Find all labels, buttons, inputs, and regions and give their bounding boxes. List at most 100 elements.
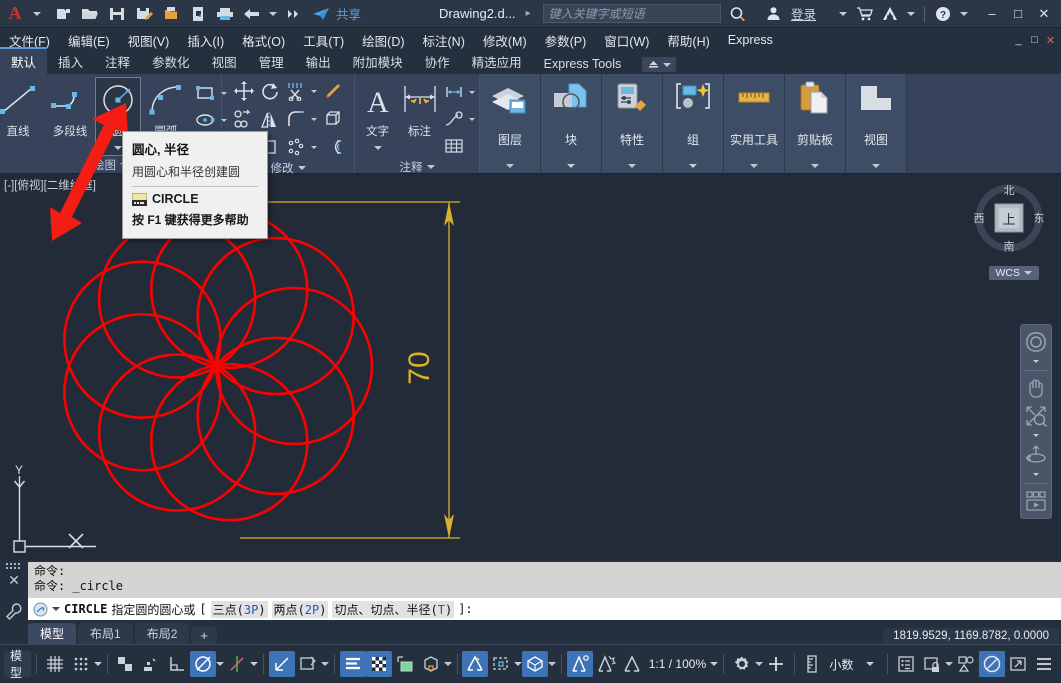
- block-expand-icon[interactable]: [567, 157, 575, 171]
- layout-tab-layout1[interactable]: 布局1: [78, 623, 133, 644]
- mirror-icon[interactable]: [257, 106, 283, 132]
- leader-icon[interactable]: [441, 106, 467, 132]
- text-button[interactable]: A 文字: [357, 78, 399, 155]
- layout-tab-model[interactable]: 模型: [28, 623, 76, 644]
- ortho-mode-icon[interactable]: [112, 651, 138, 677]
- ribbon-tab-annotate[interactable]: 注释: [94, 49, 141, 74]
- pan-hand-icon[interactable]: [1022, 375, 1050, 401]
- app-menu-caret-icon[interactable]: [30, 12, 44, 16]
- snap-dropdown-icon[interactable]: [94, 651, 102, 677]
- command-history[interactable]: 命令: 命令: _circle: [28, 562, 1061, 598]
- layout-tab-layout2[interactable]: 布局2: [135, 623, 190, 644]
- object-snap-dropdown-icon[interactable]: [216, 651, 224, 677]
- ribbon-panel-group[interactable]: 组: [663, 74, 724, 173]
- fillet-icon[interactable]: [283, 106, 309, 132]
- group-expand-icon[interactable]: [689, 157, 697, 171]
- grid-display-icon[interactable]: [42, 651, 68, 677]
- object-snap-tracking-dropdown-icon[interactable]: [250, 651, 258, 677]
- isolate-objects-icon[interactable]: [593, 651, 619, 677]
- cart-icon[interactable]: [852, 2, 876, 26]
- scale-label[interactable]: 1:1 / 100%: [645, 657, 710, 671]
- autodesk-app-icon[interactable]: [878, 2, 902, 26]
- transparency-icon[interactable]: [366, 651, 392, 677]
- ucs-selector-caret-icon[interactable]: [1024, 271, 1032, 275]
- close-button[interactable]: ✕: [1031, 1, 1057, 27]
- menu-item-help[interactable]: 帮助(H): [658, 29, 718, 52]
- new-file-icon[interactable]: [50, 2, 76, 26]
- scale-dropdown-icon[interactable]: [710, 651, 718, 677]
- status-model-button[interactable]: 模型: [4, 651, 31, 677]
- command-option-2p[interactable]: 两点(2P): [272, 601, 329, 618]
- layout-add-button[interactable]: +: [191, 627, 217, 644]
- explode-icon[interactable]: [320, 106, 346, 132]
- autoscale-icon[interactable]: [488, 651, 514, 677]
- graphics-perf-icon[interactable]: [953, 651, 979, 677]
- doc-restore-button[interactable]: □: [1027, 32, 1042, 48]
- utilities-expand-icon[interactable]: [750, 157, 758, 171]
- erase-icon[interactable]: [320, 78, 346, 104]
- menu-item-express[interactable]: Express: [719, 31, 782, 49]
- ribbon-tab-parametric[interactable]: 参数化: [141, 49, 201, 74]
- units-label[interactable]: 小数: [825, 656, 857, 673]
- share-icon[interactable]: [308, 2, 334, 26]
- menu-item-window[interactable]: 窗口(W): [595, 29, 658, 52]
- ribbon-tab-express-tools[interactable]: Express Tools: [533, 54, 633, 74]
- isoplane-icon[interactable]: [164, 651, 190, 677]
- array-dropdown-icon[interactable]: [309, 134, 320, 160]
- dynamic-ucs-icon[interactable]: [269, 651, 295, 677]
- fullscreen-icon[interactable]: [1005, 651, 1031, 677]
- open-file-icon[interactable]: [77, 2, 103, 26]
- ribbon-tab-manage[interactable]: 管理: [248, 49, 295, 74]
- modify-panel-expand-icon[interactable]: [298, 166, 306, 170]
- share-label[interactable]: 共享: [336, 4, 361, 23]
- ribbon-tab-insert[interactable]: 插入: [47, 49, 94, 74]
- document-dropdown-icon[interactable]: ▸: [526, 8, 531, 19]
- print-icon[interactable]: [212, 2, 238, 26]
- copy-icon[interactable]: [231, 106, 257, 132]
- workspace-switch-icon[interactable]: [522, 651, 548, 677]
- ribbon-panel-block[interactable]: 块: [541, 74, 602, 173]
- orbit-dropdown-icon[interactable]: [1033, 470, 1039, 479]
- command-close-icon[interactable]: ✕: [8, 572, 20, 589]
- leader-dropdown-icon[interactable]: [467, 106, 478, 132]
- dynamic-input-icon[interactable]: [295, 651, 321, 677]
- minimize-button[interactable]: –: [979, 1, 1005, 27]
- trim-icon[interactable]: [283, 78, 309, 104]
- annotation-visibility-icon[interactable]: [462, 651, 488, 677]
- ucs-selector-button[interactable]: WCS: [989, 266, 1040, 280]
- help-icon[interactable]: ?: [931, 2, 955, 26]
- doc-close-button[interactable]: ✕: [1043, 32, 1058, 48]
- ribbon-tab-view[interactable]: 视图: [201, 49, 248, 74]
- rectangle-icon[interactable]: [192, 80, 218, 106]
- signin-link[interactable]: 登录: [791, 4, 816, 23]
- coordinate-display[interactable]: 1819.9529, 1169.8782, 0.0000: [883, 628, 1059, 644]
- polar-tracking-icon[interactable]: [138, 651, 164, 677]
- command-line-grip[interactable]: ✕: [0, 560, 28, 622]
- annotation-panel-title[interactable]: 注释: [358, 159, 476, 175]
- offset-icon[interactable]: [320, 134, 346, 160]
- fillet-dropdown-icon[interactable]: [309, 106, 320, 132]
- 3d-object-snap-icon[interactable]: [418, 651, 444, 677]
- clean-screen-icon[interactable]: [619, 651, 645, 677]
- clipboard-expand-icon[interactable]: [811, 157, 819, 171]
- snap-mode-icon[interactable]: [68, 651, 94, 677]
- showmotion-icon[interactable]: [1022, 488, 1050, 514]
- settings-dropdown-icon[interactable]: [755, 651, 763, 677]
- view-expand-icon[interactable]: [872, 157, 880, 171]
- dim-linear-icon[interactable]: [441, 79, 467, 105]
- menu-item-parametric[interactable]: 参数(P): [536, 29, 596, 52]
- customization-icon[interactable]: [1031, 651, 1057, 677]
- annotation-panel-expand-icon[interactable]: [427, 165, 435, 169]
- table-icon[interactable]: [441, 133, 467, 159]
- settings-gear-icon[interactable]: [729, 651, 755, 677]
- undo-dropdown-icon[interactable]: [266, 12, 280, 16]
- move-icon[interactable]: [231, 78, 257, 104]
- command-option-3p[interactable]: 三点(3P): [211, 601, 268, 618]
- dimension-button[interactable]: 标注: [399, 78, 441, 141]
- rotate-icon[interactable]: [257, 78, 283, 104]
- search-input[interactable]: 键入关键字或短语: [543, 4, 721, 23]
- zoom-extents-icon[interactable]: [1022, 403, 1050, 429]
- lock-ui-dropdown-icon[interactable]: [945, 651, 953, 677]
- command-option-ttr[interactable]: 切点、切点、半径(T): [332, 601, 454, 618]
- ribbon-tab-output[interactable]: 输出: [295, 49, 342, 74]
